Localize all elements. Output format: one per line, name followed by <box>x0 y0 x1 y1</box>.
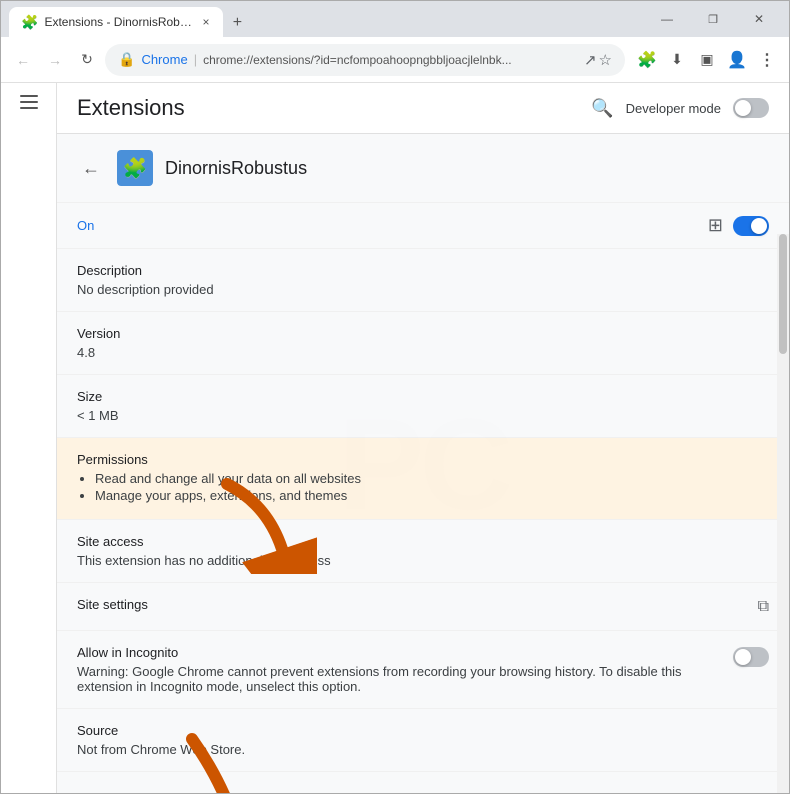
site-access-label: Site access <box>77 534 769 549</box>
incognito-warning: Warning: Google Chrome cannot prevent ex… <box>77 664 721 694</box>
row-actions: ⊞ <box>708 215 769 236</box>
profile-icon[interactable]: 👤 <box>723 46 751 74</box>
incognito-text: Allow in Incognito Warning: Google Chrom… <box>77 645 721 694</box>
external-link-icon: ⧉ <box>758 598 769 616</box>
source-label: Source <box>77 723 769 738</box>
size-value: < 1 MB <box>77 408 769 423</box>
back-to-extensions-button[interactable]: ← <box>77 154 105 182</box>
titlebar: 🧩 Extensions - DinornisRobustus × + — ❐ … <box>1 1 789 37</box>
url-separator: | <box>194 52 197 67</box>
version-label: Version <box>77 326 769 341</box>
back-button[interactable]: ← <box>9 46 37 74</box>
permission-item-2: Manage your apps, extensions, and themes <box>95 488 769 503</box>
tab-area: 🧩 Extensions - DinornisRobustus × + <box>9 1 641 37</box>
description-value: No description provided <box>77 282 769 297</box>
source-row: Source Not from Chrome Web Store. <box>57 709 789 772</box>
hamburger-line <box>20 95 38 97</box>
hamburger-line <box>20 101 38 103</box>
extension-enabled-toggle[interactable] <box>733 216 769 236</box>
grid-view-icon[interactable]: ⊞ <box>708 215 723 236</box>
toggle-knob <box>751 218 767 234</box>
site-label: Chrome <box>141 52 187 67</box>
permissions-row: Permissions Read and change all your dat… <box>57 438 789 520</box>
sidebar-toggle[interactable] <box>16 91 42 113</box>
scrollbar-thumb[interactable] <box>779 234 787 354</box>
url-text: chrome://extensions/?id=ncfompoahoopngbb… <box>203 53 578 67</box>
share-icon[interactable]: ↗ <box>584 51 597 69</box>
sidebar <box>1 83 57 793</box>
site-access-value: This extension has no additional site ac… <box>77 553 769 568</box>
menu-button[interactable]: ⋮ <box>753 46 781 74</box>
extension-name: DinornisRobustus <box>165 158 307 179</box>
active-tab[interactable]: 🧩 Extensions - DinornisRobustus × <box>9 7 223 37</box>
extension-detail-header: ← 🧩 DinornisRobustus <box>57 134 789 203</box>
enabled-label: On <box>77 218 94 233</box>
extension-puzzle-icon: 🧩 <box>123 156 148 181</box>
download-icon[interactable]: ⬇ <box>663 46 691 74</box>
site-settings-row[interactable]: Site settings ⧉ <box>57 583 789 631</box>
incognito-label: Allow in Incognito <box>77 645 721 660</box>
bookmark-icon[interactable]: ☆ <box>599 51 612 69</box>
sidebar-icon[interactable]: ▣ <box>693 46 721 74</box>
version-row: Version 4.8 <box>57 312 789 375</box>
close-button[interactable]: ✕ <box>737 3 781 35</box>
developer-mode-label: Developer mode <box>626 101 721 116</box>
developer-mode-toggle[interactable] <box>733 98 769 118</box>
detail-panel: ← 🧩 DinornisRobustus On ⊞ <box>57 134 789 793</box>
panel-wrapper: ← 🧩 DinornisRobustus On ⊞ <box>57 134 789 793</box>
hamburger-line <box>20 107 38 109</box>
minimize-button[interactable]: — <box>645 3 689 35</box>
size-label: Size <box>77 389 769 404</box>
extension-icon: 🧩 <box>117 150 153 186</box>
size-row: Size < 1 MB <box>57 375 789 438</box>
new-tab-button[interactable]: + <box>223 9 251 37</box>
reload-button[interactable]: ↻ <box>73 46 101 74</box>
site-access-row: Site access This extension has no additi… <box>57 520 789 583</box>
extensions-icon[interactable]: 🧩 <box>633 46 661 74</box>
description-label: Description <box>77 263 769 278</box>
tab-title: Extensions - DinornisRobustus <box>44 15 194 29</box>
browser-window: 🧩 Extensions - DinornisRobustus × + — ❐ … <box>0 0 790 794</box>
extensions-header: Extensions 🔍 Developer mode <box>57 83 789 134</box>
source-value: Not from Chrome Web Store. <box>77 742 769 757</box>
address-bar[interactable]: 🔒 Chrome | chrome://extensions/?id=ncfom… <box>105 44 625 76</box>
title-area: Extensions <box>77 95 185 121</box>
window-controls: — ❐ ✕ <box>645 3 781 35</box>
main-content: Extensions 🔍 Developer mode ← <box>57 83 789 793</box>
permissions-label: Permissions <box>77 452 769 467</box>
site-settings-label: Site settings <box>77 597 148 612</box>
version-value: 4.8 <box>77 345 769 360</box>
toolbar: 🧩 ⬇ ▣ 👤 ⋮ <box>633 46 781 74</box>
restore-button[interactable]: ❐ <box>691 3 735 35</box>
extensions-title: Extensions <box>77 95 185 121</box>
toggle-knob <box>735 649 751 665</box>
incognito-toggle[interactable] <box>733 647 769 667</box>
tab-extension-icon: 🧩 <box>21 14 38 31</box>
search-icon[interactable]: 🔍 <box>591 98 613 119</box>
addressbar: ← → ↻ 🔒 Chrome | chrome://extensions/?id… <box>1 37 789 83</box>
header-actions: 🔍 Developer mode <box>591 98 769 119</box>
permission-item-1: Read and change all your data on all web… <box>95 471 769 486</box>
description-row: Description No description provided <box>57 249 789 312</box>
scrollbar-track[interactable] <box>777 234 789 793</box>
tab-close-button[interactable]: × <box>200 15 211 29</box>
omnibox-actions: ↗ ☆ <box>584 51 612 69</box>
scroll-content: ← 🧩 DinornisRobustus On ⊞ <box>57 134 789 772</box>
extensions-page: Extensions 🔍 Developer mode ← <box>1 83 789 793</box>
permissions-value: Read and change all your data on all web… <box>77 471 769 503</box>
forward-button[interactable]: → <box>41 46 69 74</box>
on-off-row: On ⊞ <box>57 203 789 249</box>
security-icon: 🔒 <box>118 51 135 68</box>
toggle-knob <box>735 100 751 116</box>
incognito-row: Allow in Incognito Warning: Google Chrom… <box>57 631 789 709</box>
